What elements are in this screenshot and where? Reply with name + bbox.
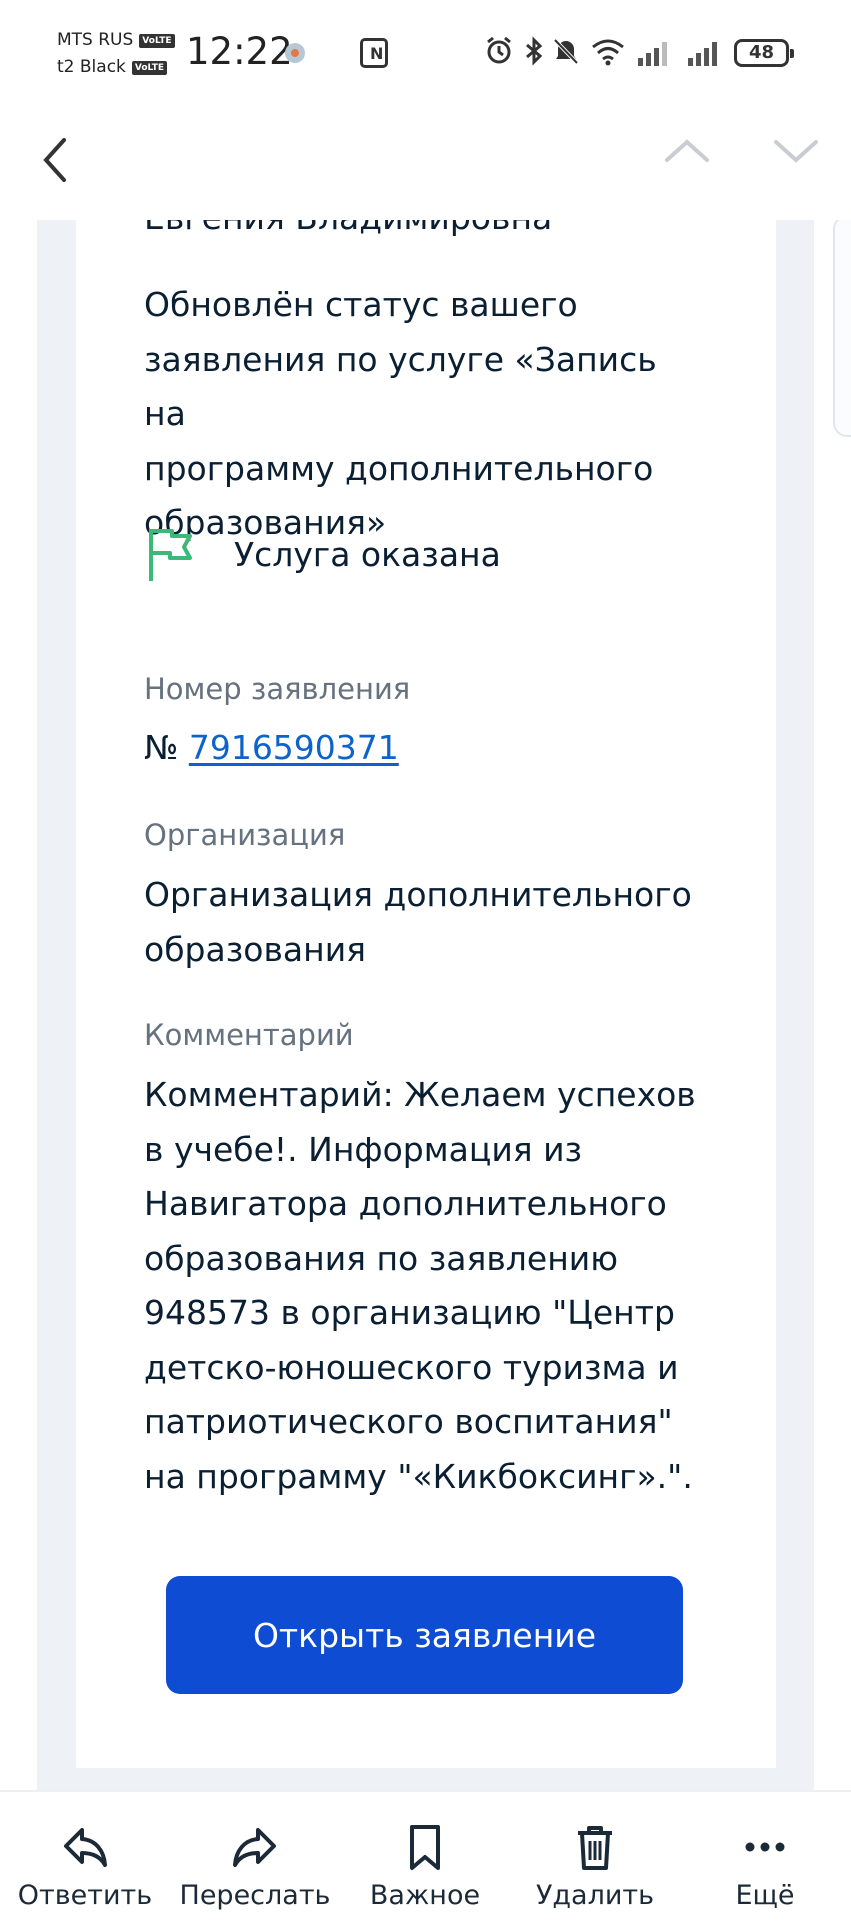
- forward-icon: [233, 1828, 276, 1867]
- bookmark-icon: [410, 1825, 440, 1870]
- comment-label: Комментарий: [144, 1018, 354, 1052]
- bluetooth-icon: [526, 36, 543, 66]
- application-number: № 7916590371: [144, 725, 399, 771]
- chevron-down-icon[interactable]: [770, 130, 822, 170]
- mute-icon: [553, 38, 579, 65]
- comment-text: Комментарий: Желаем успехов в учебе!. Ин…: [144, 1075, 696, 1496]
- signal-icon: [638, 38, 672, 66]
- scroll-edge-indicator[interactable]: [833, 215, 851, 437]
- clock: 12:22: [186, 30, 293, 73]
- wifi-icon: [592, 39, 624, 66]
- alarm-icon: [487, 36, 511, 64]
- forward-button[interactable]: Переслать: [170, 1792, 340, 1922]
- reply-button[interactable]: Ответить: [0, 1792, 170, 1922]
- carrier-2: t2 Black: [57, 57, 126, 77]
- status-update-text: Обновлён статус вашего заявления по услу…: [144, 285, 657, 542]
- signal-icon: [688, 38, 722, 66]
- chevron-left-icon[interactable]: [30, 130, 80, 190]
- status-text: Услуга оказана: [234, 534, 501, 574]
- message-toolbar: [0, 100, 851, 220]
- bottom-action-bar: Ответить Переслать Важное Удалить Ещё: [0, 1790, 851, 1922]
- carrier-info: MTS RUS VoLTE t2 Black VoLTE: [57, 27, 175, 81]
- flag-icon: [149, 529, 192, 581]
- notification-app-icon: [285, 43, 305, 63]
- more-label: Ещё: [735, 1880, 795, 1911]
- important-label: Важное: [369, 1880, 481, 1911]
- volte-badge: VoLTE: [139, 33, 175, 48]
- volte-badge: VoLTE: [131, 60, 168, 75]
- carrier-1: MTS RUS: [57, 30, 134, 50]
- open-application-button[interactable]: Открыть заявление: [166, 1576, 683, 1694]
- forward-label: Переслать: [179, 1880, 331, 1911]
- important-button[interactable]: Важное: [340, 1792, 510, 1922]
- delete-button[interactable]: Удалить: [510, 1792, 680, 1922]
- reply-label: Ответить: [17, 1880, 153, 1911]
- battery-icon: 48: [734, 39, 794, 67]
- application-number-link[interactable]: 7916590371: [189, 728, 399, 767]
- application-number-label: Номер заявления: [144, 672, 411, 706]
- organization-label: Организация: [144, 818, 346, 852]
- delete-label: Удалить: [535, 1880, 655, 1911]
- more-icon: [745, 1842, 785, 1852]
- chevron-up-icon[interactable]: [661, 130, 713, 170]
- organization-text: Организация дополнительного образования: [144, 875, 692, 969]
- more-button[interactable]: Ещё: [680, 1792, 850, 1922]
- trash-icon: [578, 1826, 612, 1870]
- service-status: Услуга оказана: [144, 524, 501, 584]
- reply-icon: [64, 1828, 107, 1867]
- status-bar: MTS RUS VoLTE t2 Black VoLTE 12:22 N 48: [0, 0, 851, 100]
- nfc-icon: N: [360, 38, 388, 68]
- number-prefix: №: [144, 728, 179, 767]
